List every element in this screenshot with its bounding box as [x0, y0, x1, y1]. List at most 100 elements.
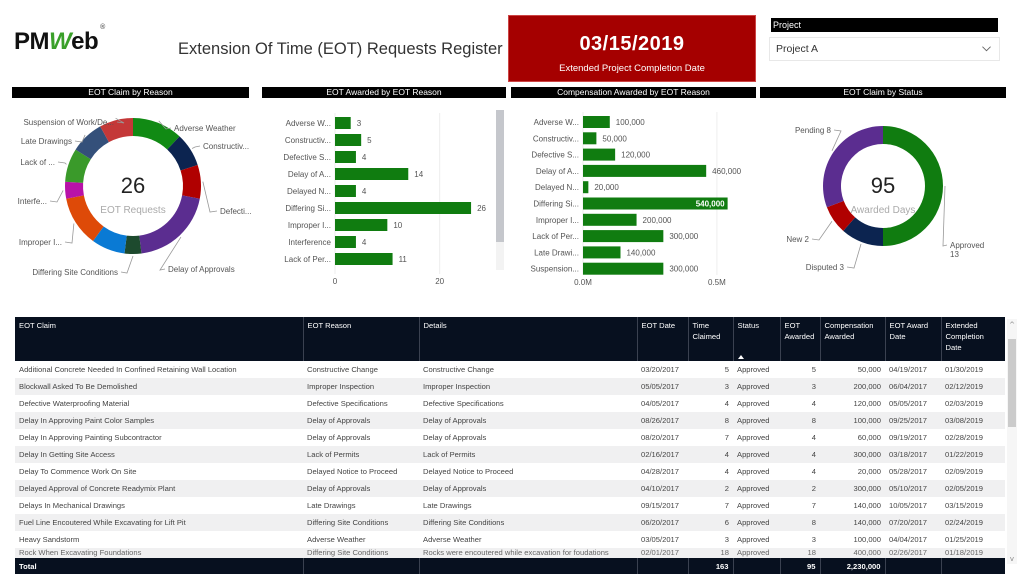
column-header-extended-completion-date[interactable]: Extended Completion Date	[941, 317, 1005, 361]
table-row[interactable]: Heavy Sandstorm Adverse Weather Adverse We…	[15, 531, 1005, 548]
leader-line	[64, 223, 75, 244]
cell-eot-awarded: 3	[780, 531, 820, 548]
y-category-label: Improper I...	[288, 221, 331, 230]
bar[interactable]	[583, 230, 664, 243]
cell-eot-awarded: 8	[780, 514, 820, 531]
bar-value-label: 4	[362, 187, 367, 196]
donut-slice[interactable]	[180, 164, 201, 199]
cell-eot-reason: Defective Specifications	[303, 395, 419, 412]
panel-title-claim-by-status: EOT Claim by Status	[760, 87, 1006, 98]
cell-compensation-awarded: 300,000	[820, 480, 885, 497]
bar[interactable]	[583, 246, 621, 259]
column-header-label: Compensation Awarded	[824, 321, 874, 341]
cell-eot-awarded: 5	[780, 361, 820, 378]
sort-ascending-icon[interactable]	[737, 355, 744, 359]
bar[interactable]	[335, 236, 356, 248]
project-slicer-dropdown[interactable]: Project A	[769, 37, 1000, 61]
column-header-eot-date[interactable]: EOT Date	[637, 317, 689, 361]
table-scrollbar[interactable]: ^ v	[1007, 319, 1017, 564]
column-header-details[interactable]: Details	[419, 317, 638, 361]
y-category-label: Differing Si...	[533, 200, 579, 209]
column-header-time-claimed[interactable]: Time Claimed	[688, 317, 734, 361]
column-header-status[interactable]: Status	[733, 317, 781, 361]
cell-eot-awarded: 8	[780, 412, 820, 429]
cell-details: Delay of Approvals	[419, 412, 637, 429]
cell-details: Defective Specifications	[419, 395, 637, 412]
bar-value-label: 140,000	[626, 248, 655, 257]
column-header-eot-reason[interactable]: EOT Reason	[303, 317, 420, 361]
bar[interactable]	[335, 185, 356, 197]
bar[interactable]	[335, 253, 393, 265]
chevron-down-icon[interactable]	[982, 44, 991, 53]
scroll-down-icon[interactable]: v	[1009, 556, 1015, 563]
table-row[interactable]: Defective Waterproofing Material Defectiv…	[15, 395, 1005, 412]
cell-compensation-awarded: 200,000	[820, 378, 885, 395]
column-header-compensation-awarded[interactable]: Compensation Awarded	[820, 317, 886, 361]
table-row[interactable]: Delay In Approving Painting Subcontracto…	[15, 429, 1005, 446]
bar[interactable]	[335, 168, 409, 180]
column-header-label: EOT Date	[641, 321, 676, 330]
y-category-label: Constructiv...	[285, 136, 331, 145]
y-category-label: Lack of Per...	[284, 255, 331, 264]
slice-label: Disputed 3	[806, 263, 845, 272]
bar[interactable]	[583, 116, 610, 128]
bar[interactable]	[335, 219, 388, 231]
bar-value-label: 20,000	[594, 183, 619, 192]
x-tick-label: 20	[435, 277, 444, 286]
table-row[interactable]: Delays In Mechanical Drawings Late Drawin…	[15, 497, 1005, 514]
cell-extended-completion-date: 03/08/2019	[941, 412, 1005, 429]
cell-eot-claim: Additional Concrete Needed In Confined R…	[15, 361, 303, 378]
column-header-eot-awarded[interactable]: EOT Awarded	[780, 317, 821, 361]
cell-status: Approved	[733, 446, 780, 463]
column-header-eot-claim[interactable]: EOT Claim	[15, 317, 304, 361]
table-row[interactable]: Blockwall Asked To Be Demolished Improper…	[15, 378, 1005, 395]
bar[interactable]	[583, 164, 707, 177]
bar[interactable]	[335, 151, 356, 163]
bar[interactable]	[583, 213, 637, 226]
y-category-label: Adverse W...	[534, 118, 579, 127]
bar[interactable]	[583, 181, 589, 194]
cell-time-claimed: 7	[688, 429, 733, 446]
column-header-label: EOT Awarded	[784, 321, 815, 341]
donut-slice[interactable]	[124, 235, 142, 255]
table-row[interactable]: Delay In Approving Paint Color Samples De…	[15, 412, 1005, 429]
bar[interactable]	[583, 262, 664, 275]
table-row[interactable]: Rock When Excavating Foundations Differin…	[15, 548, 1005, 558]
bar[interactable]	[583, 132, 597, 145]
column-header-eot-award-date[interactable]: EOT Award Date	[885, 317, 942, 361]
bar[interactable]	[335, 134, 362, 146]
cell-status: Approved	[733, 378, 780, 395]
table-row[interactable]: Delayed Approval of Concrete Readymix Pl…	[15, 480, 1005, 497]
bar[interactable]	[583, 148, 616, 161]
bar[interactable]	[335, 202, 472, 214]
bar-chart-awarded-by-reason: 0 20 Adverse W... 3 Constructiv... 5 Defective…	[283, 113, 487, 286]
cell-compensation-awarded: 300,000	[820, 446, 885, 463]
cell-status: Approved	[733, 548, 780, 558]
table-row[interactable]: Delay In Getting Site Access Lack of Perm…	[15, 446, 1005, 463]
column-header-label: Status	[737, 321, 760, 330]
scroll-up-icon[interactable]: ^	[1009, 322, 1015, 329]
table-scrollbar-thumb[interactable]	[1008, 339, 1016, 427]
cell-compensation-awarded: 100,000	[820, 531, 885, 548]
leader-line	[49, 190, 64, 203]
cell-extended-completion-date: 02/28/2019	[941, 429, 1005, 446]
donut-center-label: EOT Requests	[100, 205, 165, 216]
cell-eot-award-date: 09/25/2017	[885, 412, 941, 429]
table-row[interactable]: Fuel Line Encoutered While Excavating fo…	[15, 514, 1005, 531]
donut-slice[interactable]	[66, 195, 104, 242]
cell-eot-claim: Blockwall Asked To Be Demolished	[15, 378, 303, 395]
table-row[interactable]: Additional Concrete Needed In Confined R…	[15, 361, 1005, 378]
cell-extended-completion-date: 01/30/2019	[941, 361, 1005, 378]
cell-eot-award-date: 02/26/2017	[885, 548, 941, 558]
cell-extended-completion-date: 01/22/2019	[941, 446, 1005, 463]
table-row[interactable]: Delay To Commence Work On Site Delayed No…	[15, 463, 1005, 480]
cell-eot-claim: Delay In Approving Paint Color Samples	[15, 412, 303, 429]
scrollbar-thumb[interactable]	[496, 110, 504, 242]
bar[interactable]	[335, 117, 351, 129]
logo-text-w: W	[49, 28, 72, 55]
bar-chart-scrollbar[interactable]	[496, 110, 504, 270]
y-category-label: Interference	[288, 238, 331, 247]
slice-label: Late Drawings	[21, 137, 72, 146]
cell-details: Delay of Approvals	[419, 429, 637, 446]
cell-time-claimed: 8	[688, 412, 733, 429]
